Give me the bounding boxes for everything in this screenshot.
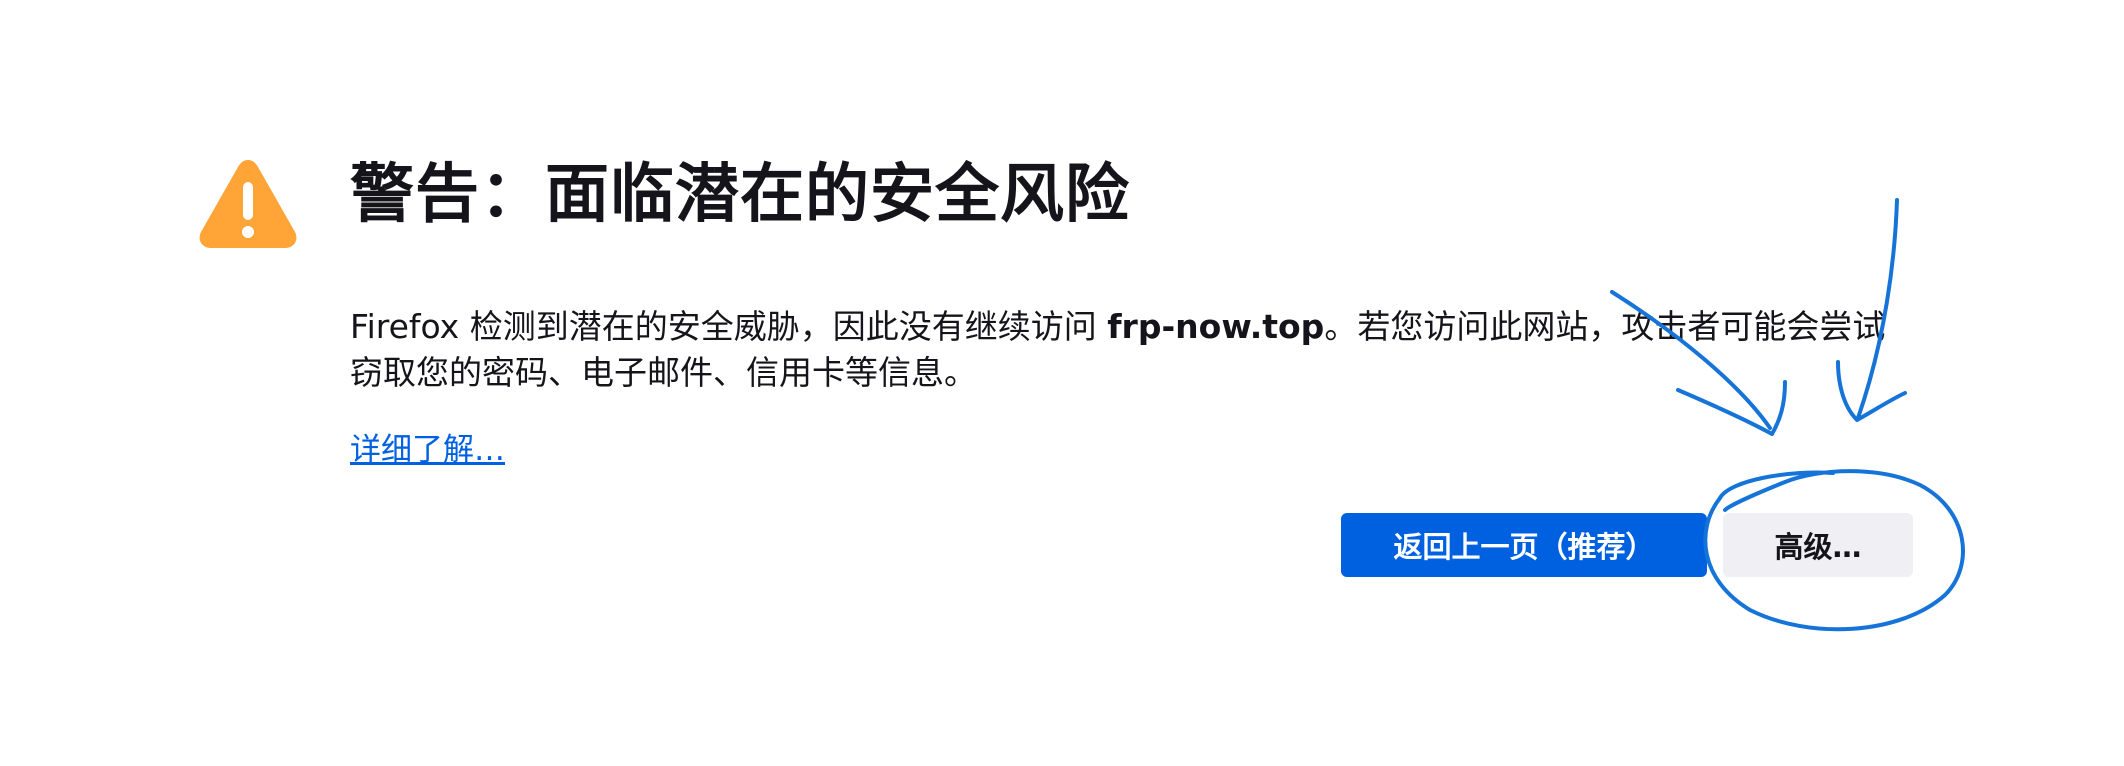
description-text-start: Firefox 检测到潜在的安全威胁，因此没有继续访问 [350, 307, 1108, 346]
error-page: 警告：面临潜在的安全风险 Firefox 检测到潜在的安全威胁，因此没有继续访问… [0, 0, 2124, 766]
error-description: Firefox 检测到潜在的安全威胁，因此没有继续访问 frp-now.top。… [350, 304, 1910, 396]
warning-icon [199, 160, 297, 248]
advanced-button[interactable]: 高级… [1723, 513, 1913, 577]
learn-more-link[interactable]: 详细了解… [350, 428, 505, 472]
go-back-button[interactable]: 返回上一页（推荐） [1341, 513, 1707, 577]
blocked-domain: frp-now.top [1107, 307, 1325, 346]
page-title: 警告：面临潜在的安全风险 [350, 158, 1130, 232]
